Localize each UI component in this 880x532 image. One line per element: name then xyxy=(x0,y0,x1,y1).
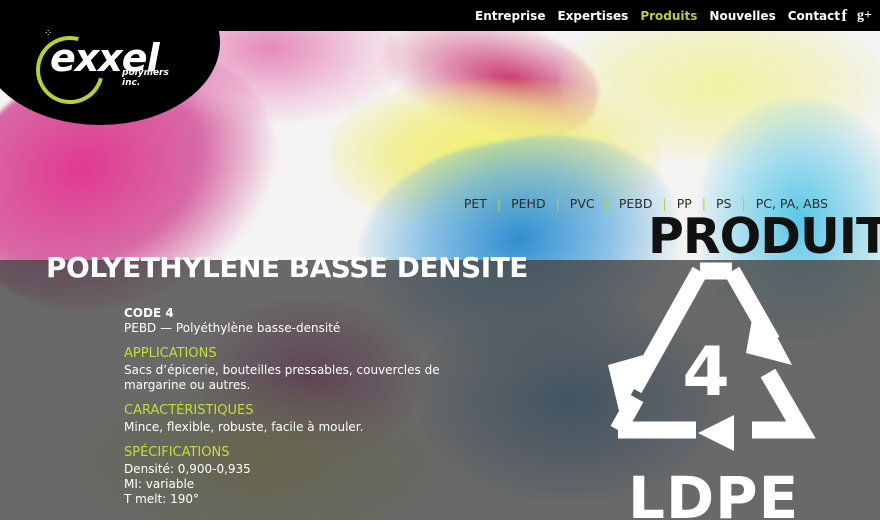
subnav-pehd[interactable]: PEHD xyxy=(511,196,545,211)
applications-heading: APPLICATIONS xyxy=(124,346,217,361)
subnav-separator: | xyxy=(604,196,609,211)
main-nav: Entreprise Expertises Produits Nouvelles… xyxy=(475,0,840,31)
applications-text: Sacs d’épicerie, bouteilles pressables, … xyxy=(124,363,440,392)
specifications-heading: SPÉCIFICATIONS xyxy=(124,445,230,460)
subnav-pet[interactable]: PET xyxy=(464,196,487,211)
spec-mi: MI: variable xyxy=(124,477,195,491)
nav-expertises[interactable]: Expertises xyxy=(557,9,628,23)
nav-produits[interactable]: Produits xyxy=(640,9,697,23)
code-label: CODE 4 xyxy=(124,306,174,320)
google-plus-icon[interactable]: g+ xyxy=(857,8,872,24)
social-links: f g+ xyxy=(841,6,872,26)
spec-density: Densité: 0,900-0,935 xyxy=(124,462,251,476)
code-description: PEBD — Polyéthylène basse-densité xyxy=(124,321,341,335)
page-title: POLYETHYLENE BASSE DENSITE xyxy=(46,251,528,284)
product-details: CODE 4 PEBD — Polyéthylène basse-densité… xyxy=(124,306,504,507)
nav-entreprise[interactable]: Entreprise xyxy=(475,9,545,23)
nav-nouvelles[interactable]: Nouvelles xyxy=(709,9,775,23)
nav-contact[interactable]: Contact xyxy=(788,9,840,23)
characteristics-heading: CARACTÉRISTIQUES xyxy=(124,403,254,418)
symbol-label: LDPE xyxy=(628,464,800,532)
subnav-separator: | xyxy=(555,196,560,211)
subnav-pvc[interactable]: PVC xyxy=(570,196,595,211)
logo-mark: ⁘ exxel polymers inc. xyxy=(23,23,186,117)
symbol-number: 4 xyxy=(682,333,729,412)
logo-subtitle: polymers inc. xyxy=(122,68,169,88)
characteristics-text: Mince, flexible, robuste, facile à moule… xyxy=(124,420,364,434)
subnav-separator: | xyxy=(496,196,502,211)
spec-tmelt: T melt: 190° xyxy=(124,492,200,506)
facebook-icon[interactable]: f xyxy=(841,6,847,26)
